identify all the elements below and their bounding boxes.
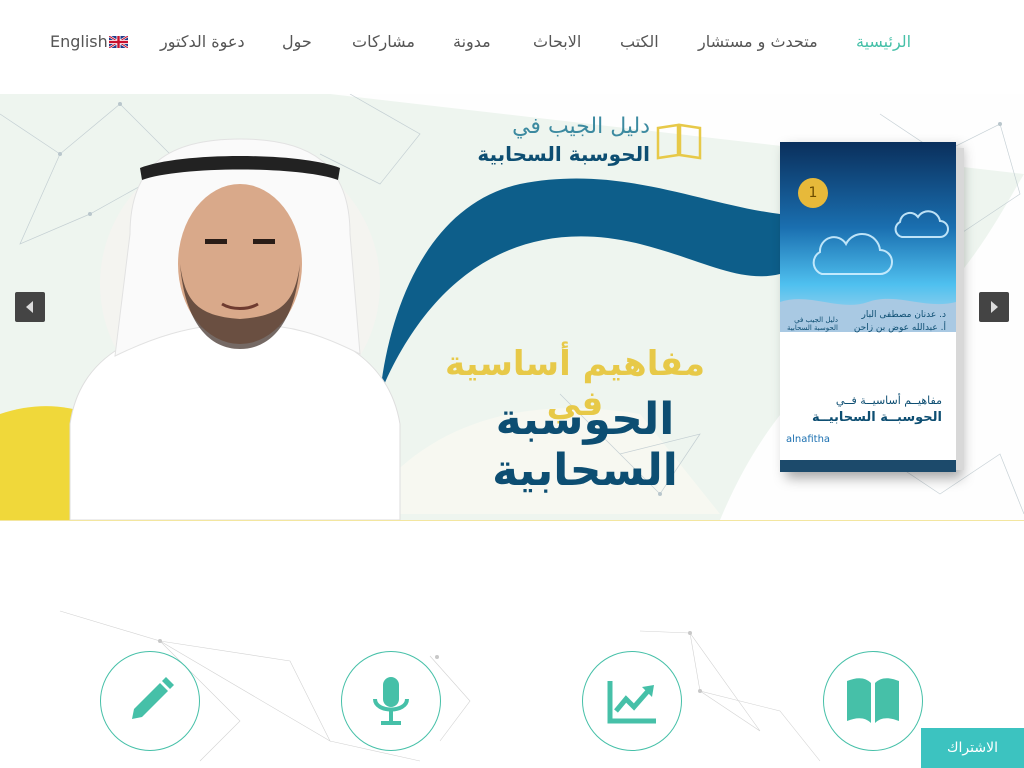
nav-item-blog[interactable]: مدونة <box>453 32 491 51</box>
feature-writing-button[interactable] <box>100 651 200 751</box>
triangle-left-icon <box>26 301 33 313</box>
nav-item-label: English <box>50 32 108 51</box>
nav-item-speaker[interactable]: متحدث و مستشار <box>698 32 818 51</box>
book-icon <box>847 678 899 723</box>
hero-subtitle-line1: دليل الجيب في <box>512 114 650 139</box>
nav-item-books[interactable]: الكتب <box>620 32 659 51</box>
subscribe-button[interactable]: الاشتراك <box>921 728 1024 768</box>
pencil-icon <box>132 677 174 719</box>
top-navigation: English دعوة الدكتور حول مشاركات مدونة ا… <box>0 0 1024 90</box>
uk-flag-icon <box>108 36 128 48</box>
slider-next-button[interactable] <box>979 292 1009 322</box>
cloud-cover-art: 1 <box>780 142 956 332</box>
hero-subtitle-line2: الحوسبة السحابية <box>477 142 650 166</box>
feature-research-button[interactable] <box>582 651 682 751</box>
book-title-line1: مفاهيــم أساسيــة فــي <box>835 394 942 407</box>
hero-headline-line2: الحوسبة السحابية <box>492 394 678 496</box>
nav-item-participations[interactable]: مشاركات <box>352 32 415 51</box>
nav-item-invite[interactable]: دعوة الدكتور <box>160 32 245 51</box>
book-authors-line2: أ. عبدالله عوض بن زاحن <box>853 323 946 333</box>
book-series-label: دليل الجيب في الحوسبة السحابية <box>787 316 838 332</box>
publisher-logo: alnafitha <box>786 434 831 445</box>
triangle-right-icon <box>991 301 998 313</box>
volume-badge: 1 <box>798 178 828 208</box>
microphone-icon <box>373 677 409 725</box>
hero-slider: دليل الجيب في الحوسبة السحابية مفاهيم أس… <box>0 94 1024 521</box>
slider-prev-button[interactable] <box>15 292 45 322</box>
book-footer-strip <box>780 460 956 472</box>
nav-item-home[interactable]: الرئيسية <box>856 32 911 51</box>
book-authors-line1: د. عدنان مصطفى البار <box>861 310 946 320</box>
nav-item-research[interactable]: الابحاث <box>533 32 581 51</box>
feature-books-button[interactable] <box>823 651 923 751</box>
features-section <box>0 521 1024 768</box>
book-cover-image: 1 د. عدنان مصطفى البار أ. عبدالله عوض بن… <box>780 142 964 472</box>
feature-speaking-button[interactable] <box>341 651 441 751</box>
nav-item-english[interactable]: English <box>50 32 128 51</box>
chart-icon <box>607 681 656 724</box>
book-title-line2: الحوسبــة السحابيــة <box>811 410 942 425</box>
book-spine <box>956 148 964 470</box>
nav-item-about[interactable]: حول <box>282 32 312 51</box>
